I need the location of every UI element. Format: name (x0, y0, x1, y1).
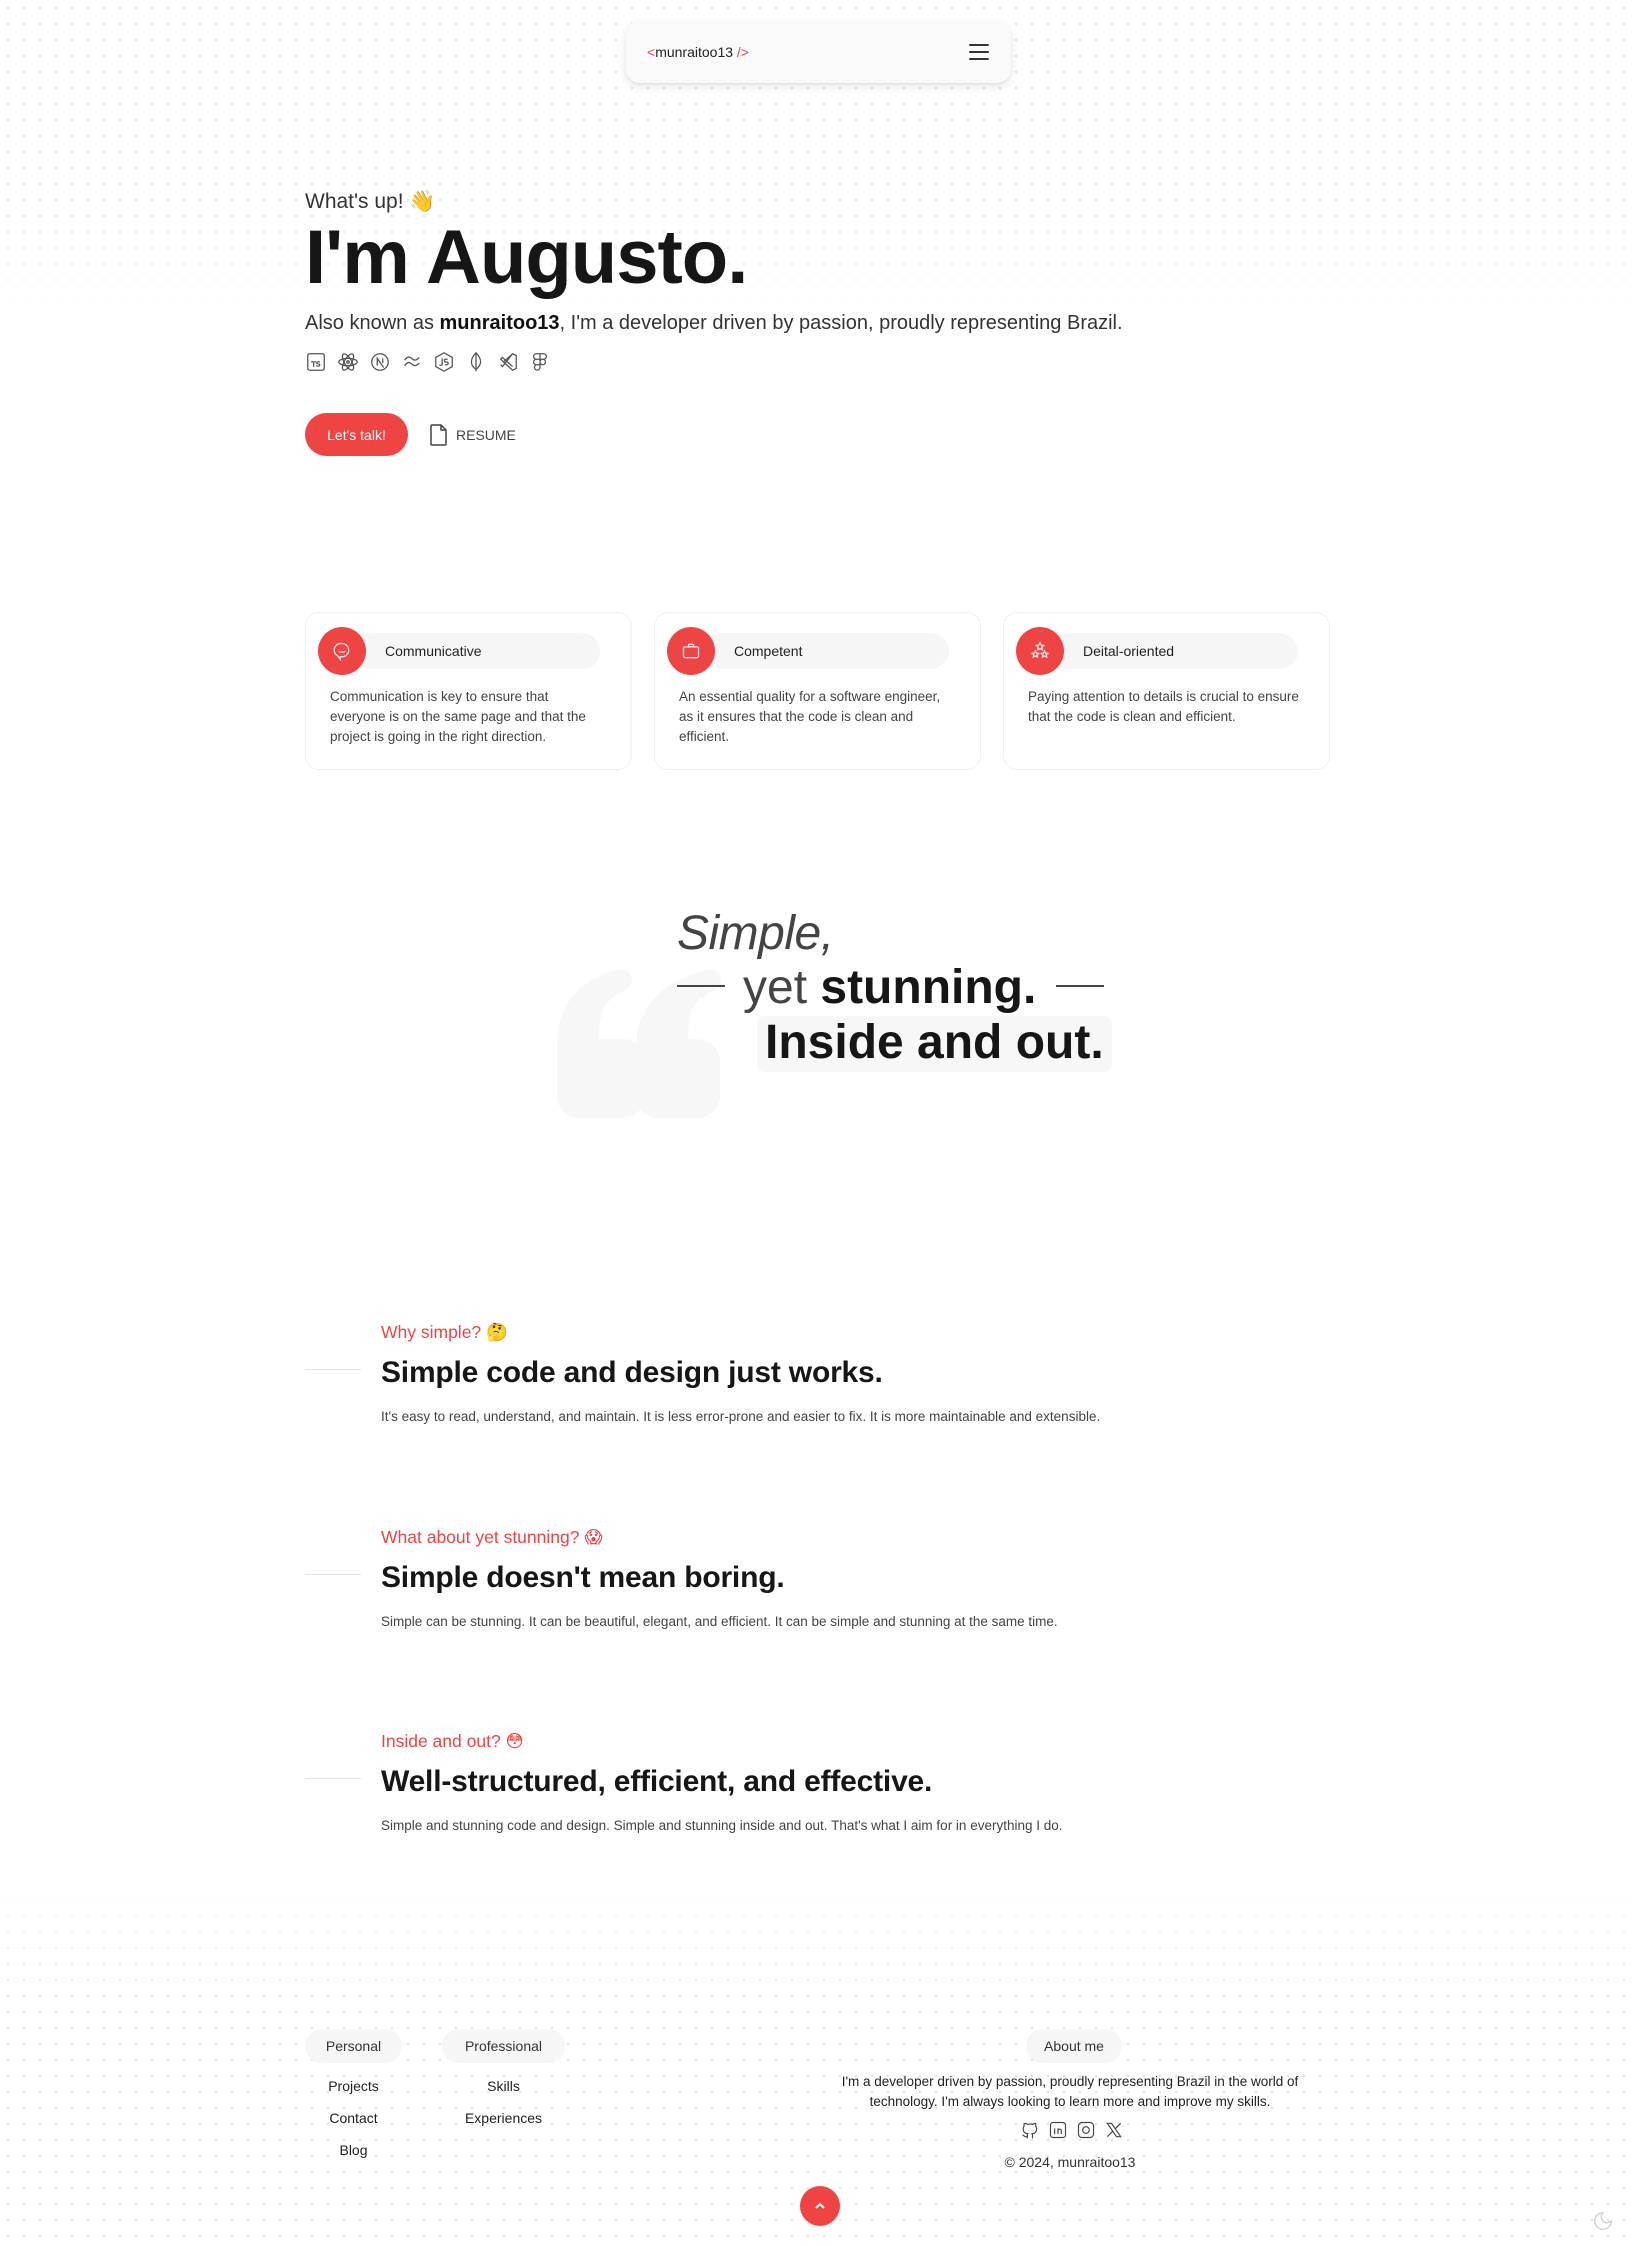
hero-section: What's up! 👋 I'm Augusto. Also known as … (305, 190, 1123, 456)
instagram-icon[interactable] (1076, 2120, 1096, 2140)
hero-title: I'm Augusto. (305, 215, 748, 300)
site-logo[interactable]: <munraitoo13 /> (647, 44, 749, 60)
tailwind-icon (404, 356, 420, 367)
resume-label: RESUME (456, 426, 516, 443)
section-label: What about yet stunning? 😱 (381, 1527, 603, 1547)
card-title: Competent (701, 633, 949, 669)
briefcase-icon (667, 627, 715, 675)
logo-bracket-close: /> (733, 44, 749, 60)
card-description: Communication is key to ensure that ever… (330, 689, 586, 744)
section-title: Well-structured, efficient, and effectiv… (381, 1765, 933, 1798)
qualities-cards: Communicative Communication is key to en… (305, 612, 1330, 770)
dash-divider (1056, 985, 1105, 988)
hero-actions: Let's talk! RESUME (305, 413, 1123, 456)
nodejs-icon (435, 352, 453, 372)
dash-divider (677, 985, 725, 988)
logo-bracket-open: < (647, 44, 656, 60)
quality-card-competent: Competent An essential quality for a sof… (654, 612, 981, 770)
mongodb-icon (470, 351, 482, 372)
theme-toggle-button[interactable] (1592, 2210, 1614, 2232)
copyright: © 2024, munraitoo13 (1004, 2154, 1136, 2170)
figma-icon (533, 353, 547, 371)
github-icon[interactable] (1020, 2120, 1040, 2140)
lets-talk-button[interactable]: Let's talk! (305, 413, 408, 456)
stars-icon (1016, 627, 1064, 675)
handle: munraitoo13 (439, 312, 560, 334)
scroll-to-top-button[interactable] (800, 2186, 840, 2226)
card-title: Communicative (352, 633, 600, 669)
footer-link-projects[interactable]: Projects (305, 2078, 402, 2094)
hero-greeting: What's up! 👋 (305, 190, 436, 213)
top-nav: <munraitoo13 /> (626, 21, 1011, 83)
footer-link-experiences[interactable]: Experiences (442, 2110, 565, 2126)
section-label: Why simple? 🤔 (381, 1322, 508, 1342)
section-body: Simple can be stunning. It can be beauti… (381, 1614, 1058, 1629)
svg-text:TS: TS (310, 360, 320, 369)
document-icon (430, 423, 447, 446)
tech-stack-icons: TS (305, 351, 1123, 373)
footer-heading-professional: Professional (442, 2029, 565, 2063)
hero-subtitle: Also known as munraitoo13, I'm a develop… (305, 312, 1123, 334)
tagline-quote: Simple, yet stunning. Inside and out. (677, 906, 1112, 1072)
about-text: I'm a developer driven by passion, proud… (841, 2074, 1299, 2109)
footer-link-skills[interactable]: Skills (442, 2078, 565, 2094)
nextjs-icon (371, 353, 389, 371)
resume-link[interactable]: RESUME (430, 423, 516, 446)
quote-line-3: Inside and out. (757, 1016, 1112, 1072)
card-description: An essential quality for a software engi… (679, 689, 941, 744)
react-icon (338, 353, 358, 371)
quality-card-detail-oriented: Deital-oriented Paying attention to deta… (1003, 612, 1330, 770)
card-description: Paying attention to details is crucial t… (1028, 689, 1299, 724)
footer-link-blog[interactable]: Blog (305, 2142, 402, 2158)
vscode-icon (499, 352, 517, 372)
chat-bubble-icon (318, 627, 366, 675)
footer-heading-personal: Personal (305, 2029, 402, 2063)
quote-line-1: Simple, (677, 907, 834, 960)
hamburger-menu-icon[interactable] (969, 44, 989, 60)
section-title: Simple doesn't mean boring. (381, 1561, 785, 1594)
moon-icon (1594, 2212, 1612, 2230)
section-body: Simple and stunning code and design. Sim… (381, 1818, 1063, 1833)
logo-name: munraitoo13 (655, 44, 734, 60)
chevron-up-icon (815, 2202, 825, 2209)
typescript-icon: TS (307, 353, 325, 371)
section-divider (305, 1574, 361, 1575)
section-title: Simple code and design just works. (381, 1356, 883, 1389)
quote-line-2: yet stunning. (677, 962, 1112, 1014)
footer-link-contact[interactable]: Contact (305, 2110, 402, 2126)
x-icon[interactable] (1104, 2120, 1124, 2140)
footer-heading-about: About me (1026, 2029, 1122, 2063)
card-title: Deital-oriented (1050, 633, 1298, 669)
section-body: It's easy to read, understand, and maint… (381, 1409, 1101, 1424)
section-divider (305, 1369, 361, 1370)
linkedin-icon[interactable] (1048, 2120, 1068, 2140)
social-links (1020, 2120, 1124, 2140)
section-divider (305, 1778, 361, 1779)
quality-card-communicative: Communicative Communication is key to en… (305, 612, 632, 770)
section-label: Inside and out? 😳 (381, 1731, 524, 1751)
